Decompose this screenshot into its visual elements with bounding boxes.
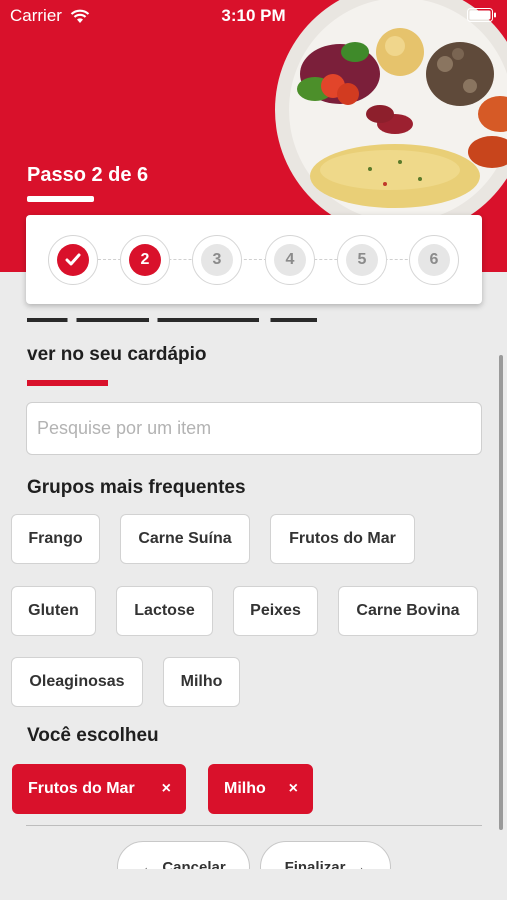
- remove-icon[interactable]: ×: [162, 780, 171, 798]
- chip-peixes[interactable]: Peixes: [233, 586, 318, 636]
- step-3-number: 3: [201, 244, 233, 276]
- step-4-number: 4: [274, 244, 306, 276]
- selected-chip-frutos-do-mar[interactable]: Frutos do Mar ×: [12, 764, 186, 814]
- step-6[interactable]: 6: [409, 235, 459, 285]
- clock: 3:10 PM: [221, 6, 286, 25]
- chip-frutos-do-mar[interactable]: Frutos do Mar: [270, 514, 415, 564]
- question-underline: [27, 380, 108, 386]
- step-title: Passo 2 de 6: [27, 164, 149, 186]
- chip-carne-suina[interactable]: Carne Suína: [120, 514, 250, 564]
- step-title-underline: [27, 196, 94, 202]
- step-6-number: 6: [418, 244, 450, 276]
- arrow-right-icon: →: [351, 858, 367, 870]
- remove-icon[interactable]: ×: [289, 780, 298, 798]
- question-text-clipped: [27, 316, 327, 324]
- selected-chip-milho[interactable]: Milho ×: [208, 764, 313, 814]
- search-input[interactable]: [26, 402, 482, 455]
- step-5-number: 5: [346, 244, 378, 276]
- step-4[interactable]: 4: [265, 235, 315, 285]
- selected-chip-label: Frutos do Mar: [28, 780, 135, 797]
- chip-milho[interactable]: Milho: [163, 657, 240, 707]
- selected-title: Você escolheu: [27, 725, 159, 746]
- stepper-card: 2 3 4 5 6: [26, 215, 482, 304]
- step-3[interactable]: 3: [192, 235, 242, 285]
- finish-button[interactable]: Finalizar →: [260, 841, 391, 869]
- cancel-label: Cancelar: [162, 858, 226, 870]
- chip-carne-bovina[interactable]: Carne Bovina: [338, 586, 478, 636]
- status-bar: Carrier 3:10 PM: [0, 0, 507, 30]
- scroll-content[interactable]: ver no seu cardápio Grupos mais frequent…: [0, 304, 507, 869]
- finish-label: Finalizar: [284, 858, 346, 870]
- food-plate-image: [275, 0, 507, 226]
- arrow-left-icon: ←: [141, 858, 157, 870]
- check-icon: [65, 253, 81, 266]
- step-2-active[interactable]: 2: [120, 235, 170, 285]
- chip-lactose[interactable]: Lactose: [116, 586, 213, 636]
- cancel-button[interactable]: ← Cancelar: [117, 841, 250, 869]
- divider: [26, 825, 482, 826]
- battery-icon: [467, 8, 496, 22]
- groups-title: Grupos mais frequentes: [27, 477, 246, 498]
- step-2-number: 2: [129, 244, 161, 276]
- scrollbar[interactable]: [499, 355, 503, 830]
- selected-chip-label: Milho: [224, 780, 266, 797]
- chip-frango[interactable]: Frango: [11, 514, 100, 564]
- step-1-completed[interactable]: [48, 235, 98, 285]
- question-text: ver no seu cardápio: [27, 344, 207, 365]
- step-5[interactable]: 5: [337, 235, 387, 285]
- chip-oleaginosas[interactable]: Oleaginosas: [11, 657, 143, 707]
- chip-gluten[interactable]: Gluten: [11, 586, 96, 636]
- step-1-circle: [57, 244, 89, 276]
